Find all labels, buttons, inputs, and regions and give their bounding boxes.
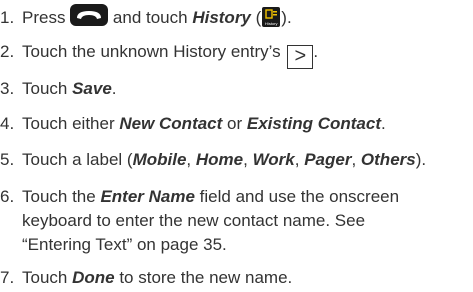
separator: , <box>186 150 196 169</box>
step-text: Touch the unknown History entry’s <box>22 42 286 61</box>
separator: , <box>351 150 361 169</box>
step-text: field and use the onscreen <box>194 187 400 206</box>
step-7: 7. Touch Done to store the new name. <box>0 266 292 290</box>
step-text: Touch a label ( <box>22 150 133 169</box>
step-text: or <box>222 114 247 133</box>
talk-key-icon <box>70 4 109 33</box>
step-text: . <box>313 42 319 61</box>
step-4: 4. Touch either New Contact or Existing C… <box>0 112 386 136</box>
separator: , <box>243 150 253 169</box>
step-number: 5. <box>0 150 15 169</box>
step-text: Touch <box>22 268 73 287</box>
label-mobile: Mobile <box>132 150 187 169</box>
step-1: 1. Press and touch History (History). <box>0 4 292 33</box>
step-number: 3. <box>0 79 15 98</box>
step-text: . <box>111 79 117 98</box>
done-label: Done <box>72 268 115 287</box>
history-icon-label: History <box>265 21 278 26</box>
chevron-right-icon: > <box>287 45 314 69</box>
step-number: 1. <box>0 8 15 27</box>
enter-name-label: Enter Name <box>100 187 195 206</box>
label-pager: Pager <box>304 150 352 169</box>
step-text: ). <box>415 150 427 169</box>
history-icon: History <box>262 7 281 27</box>
existing-contact-label: Existing Contact <box>246 114 381 133</box>
step-3: 3. Touch Save. <box>0 77 117 101</box>
step-number: 6. <box>0 187 15 206</box>
step-text: Touch <box>22 79 73 98</box>
label-home: Home <box>195 150 244 169</box>
step-number: 7. <box>0 268 15 287</box>
step-2: 2. Touch the unknown History entry’s >. <box>0 40 318 69</box>
label-work: Work <box>252 150 295 169</box>
step-text: keyboard to enter the new contact name. … <box>22 211 366 230</box>
label-others: Others <box>360 150 416 169</box>
step-text: . <box>381 114 386 133</box>
step-text: Touch the <box>22 187 101 206</box>
step-5: 5. Touch a label (Mobile, Home, Work, Pag… <box>0 148 426 172</box>
separator: , <box>294 150 305 169</box>
step-text: ). <box>281 8 292 27</box>
page-reference: “Entering Text” on page 35. <box>22 235 227 254</box>
step-text: to store the new name. <box>114 268 293 287</box>
step-number: 4. <box>0 114 15 133</box>
new-contact-label: New Contact <box>119 114 223 133</box>
step-text: Press <box>22 8 71 27</box>
save-label: Save <box>72 79 112 98</box>
step-text: and touch <box>108 8 193 27</box>
step-6: 6. Touch the Enter Name field and use the… <box>0 185 455 257</box>
step-number: 2. <box>0 42 15 61</box>
step-text: ( <box>250 8 262 27</box>
step-text: Touch either <box>22 114 120 133</box>
history-label: History <box>192 8 251 27</box>
